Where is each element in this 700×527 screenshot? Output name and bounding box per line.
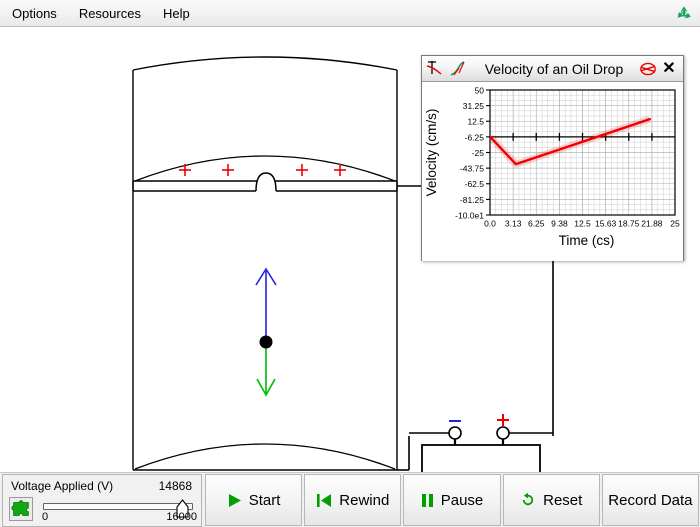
chart-x-axis: 0.0 3.13 6.25 9.38 12.5 15.63 18.75 21.88 25 <box>484 219 680 229</box>
chart-x-tick-label: 6.25 <box>528 219 545 229</box>
position-curve-icon[interactable] <box>448 59 468 79</box>
force-arrow-down <box>256 345 276 397</box>
chart-x-tick-label: 9.38 <box>551 219 568 229</box>
chart-x-tick-label: 18.75 <box>618 219 640 229</box>
pause-button-label: Pause <box>440 491 484 509</box>
start-button-label: Start <box>248 491 281 509</box>
recycle-icon[interactable] <box>675 4 693 22</box>
chart-y-tick-label: -81.25 <box>460 195 484 205</box>
chart-y-tick-label: 50 <box>475 85 485 95</box>
rewind-icon <box>317 493 332 507</box>
vacuum-chamber <box>132 56 398 471</box>
voltage-label: Voltage Applied (V) <box>11 479 114 493</box>
voltage-value[interactable]: 14868 <box>159 479 192 493</box>
close-icon[interactable]: ✕ <box>660 59 678 79</box>
battery-positive-symbol <box>497 414 509 426</box>
menu-item-options[interactable]: Options <box>2 3 67 24</box>
chart-y-tick-label: -6.25 <box>465 132 485 142</box>
top-plate <box>132 172 398 192</box>
chart-plot-area[interactable]: 50 31.25 12.5 -6.25 -25 -43.75 -62.5 -81.25 -10.… <box>422 82 683 261</box>
chart-y-tick-label: -62.5 <box>465 179 485 189</box>
chart-y-tick-label: -10.0e1 <box>455 210 484 220</box>
slider-min-label: 0 <box>42 511 49 523</box>
pause-button[interactable]: Pause <box>403 474 501 526</box>
record-data-button[interactable]: Record Data <box>601 474 700 526</box>
velocity-curve-icon[interactable] <box>425 59 445 79</box>
rewind-button-label: Rewind <box>339 491 390 509</box>
chart-y-tick-label: 31.25 <box>463 101 485 111</box>
chart-window[interactable]: Velocity of an Oil Drop ✕ 50 31.25 12.5 -6.… <box>421 55 684 261</box>
chart-title: Velocity of an Oil Drop <box>484 60 624 77</box>
chart-y-tick-label: -43.75 <box>460 164 484 174</box>
play-icon <box>228 493 241 507</box>
oil-drop-with-forces <box>255 267 277 397</box>
reset-icon <box>522 492 534 506</box>
chart-x-tick-label: 3.13 <box>505 219 522 229</box>
chart-xlabel: Time (cs) <box>559 233 615 248</box>
menu-item-help[interactable]: Help <box>153 3 200 24</box>
chart-x-tick-label: 15.63 <box>595 219 617 229</box>
voltage-slider[interactable]: 0 16000 <box>39 497 197 525</box>
chart-x-tick-label: 12.5 <box>574 219 591 229</box>
chart-y-axis: 50 31.25 12.5 -6.25 -25 -43.75 -62.5 -81.25 -10.… <box>455 85 490 220</box>
voltage-slider-panel[interactable]: Voltage Applied (V) 14868 0 16000 <box>2 474 202 527</box>
chart-y-tick-label: 12.5 <box>467 117 484 127</box>
puzzle-piece-icon[interactable] <box>9 497 33 521</box>
start-button[interactable]: Start <box>205 474 303 526</box>
reset-button-label: Reset <box>543 491 583 509</box>
menu-bar: Options Resources Help <box>0 0 700 27</box>
battery[interactable] <box>409 414 553 472</box>
chart-titlebar[interactable]: Velocity of an Oil Drop ✕ <box>422 56 683 82</box>
record-data-button-label: Record Data <box>608 491 693 509</box>
slider-track[interactable] <box>43 503 193 510</box>
force-arrow-up <box>255 267 277 337</box>
chart-ylabel: Velocity (cm/s) <box>424 109 439 197</box>
pause-icon <box>421 493 433 507</box>
menu-item-resources[interactable]: Resources <box>69 3 151 24</box>
slider-max-label: 16000 <box>166 511 197 523</box>
rewind-button[interactable]: Rewind <box>304 474 402 526</box>
chart-y-tick-label: -25 <box>472 148 485 158</box>
chamber-lower-curve <box>134 443 396 470</box>
bottom-toolbar: Voltage Applied (V) 14868 0 16000 Start <box>0 472 700 527</box>
oil-drop[interactable] <box>259 335 273 349</box>
chart-reset-icon[interactable] <box>638 60 658 78</box>
chart-x-tick-label: 0.0 <box>484 219 496 229</box>
chart-x-tick-label: 25 <box>670 219 680 229</box>
reset-button[interactable]: Reset <box>502 474 600 526</box>
chart-x-tick-label: 21.88 <box>641 219 663 229</box>
application-window: Options Resources Help Velocity of an Oi… <box>0 0 700 527</box>
